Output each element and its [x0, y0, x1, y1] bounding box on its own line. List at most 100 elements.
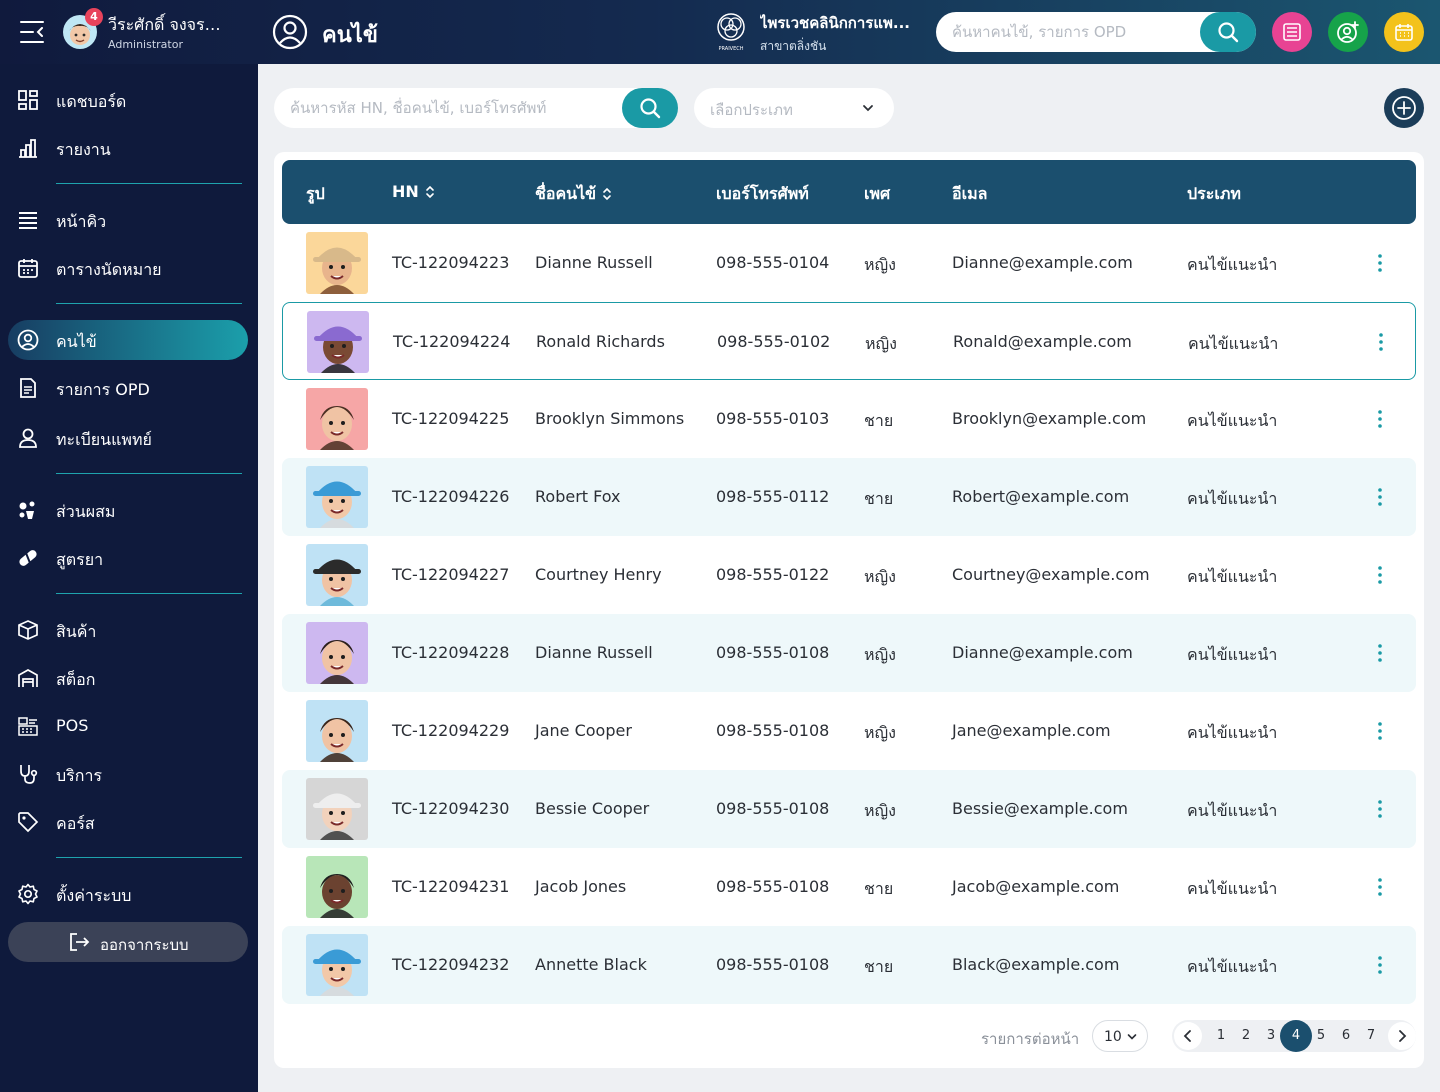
table-row[interactable]: TC-122094224 Ronald Richards 098-555-0102 ห…	[282, 302, 1416, 380]
phone-cell: 098-555-0108	[716, 799, 830, 818]
table-row[interactable]: TC-122094231 Jacob Jones 098-555-0108 ชาย Ja…	[282, 848, 1416, 926]
sidebar-item-label: คนไข้	[56, 332, 97, 351]
clinic-logo: PRAIVECH	[717, 13, 745, 52]
sidebar-item-pos[interactable]: POS	[8, 706, 248, 746]
more-options-icon[interactable]	[1370, 408, 1390, 430]
sidebar-item-opd[interactable]: รายการ OPD	[8, 368, 248, 408]
column-header-sex: เพศ	[864, 184, 891, 203]
patient-search-button[interactable]	[622, 88, 678, 128]
global-search-input[interactable]	[952, 12, 1192, 52]
table-row[interactable]: TC-122094230 Bessie Cooper 098-555-0108 หญิ…	[282, 770, 1416, 848]
sidebar-item-ingredients[interactable]: ส่วนผสม	[8, 490, 248, 530]
global-search-button[interactable]	[1200, 12, 1256, 52]
plus-circle-icon	[1392, 96, 1416, 120]
sidebar-item-label: รายงาน	[56, 140, 111, 159]
sex-cell: หญิง	[864, 645, 896, 664]
user-add-icon	[1337, 21, 1359, 43]
patient-avatar	[306, 232, 368, 294]
patient-avatar	[306, 466, 368, 528]
type-cell: คนไข้แนะนำ	[1187, 567, 1278, 586]
more-options-icon[interactable]	[1370, 642, 1390, 664]
hn-cell: TC-122094228	[392, 643, 510, 662]
table-row[interactable]: TC-122094229 Jane Cooper 098-555-0108 หญิง J…	[282, 692, 1416, 770]
sidebar-item-patients[interactable]: คนไข้	[8, 320, 248, 360]
hn-cell: TC-122094231	[392, 877, 510, 896]
sex-cell: หญิง	[864, 255, 896, 274]
logout-button[interactable]: ออกจากระบบ	[8, 922, 248, 962]
more-options-icon[interactable]	[1370, 798, 1390, 820]
column-header-type: ประเภท	[1187, 184, 1241, 203]
type-select[interactable]: เลือกประเภท	[694, 88, 894, 128]
page-button[interactable]: 7	[1356, 1020, 1386, 1052]
calendar-icon	[18, 259, 38, 278]
column-header-email: อีเมล	[952, 184, 988, 203]
chevron-right-icon	[1399, 1030, 1407, 1042]
type-cell: คนไข้แนะนำ	[1187, 645, 1278, 664]
settings-icon	[18, 883, 38, 905]
name-cell: Robert Fox	[535, 487, 621, 506]
sidebar-item-report[interactable]: รายงาน	[8, 128, 248, 168]
phone-cell: 098-555-0108	[716, 721, 830, 740]
column-header-photo: รูป	[306, 184, 325, 203]
sidebar-item-services[interactable]: บริการ	[8, 754, 248, 794]
sex-cell: หญิง	[864, 801, 896, 820]
column-header-name[interactable]: ชื่อคนไข้	[535, 182, 612, 207]
email-cell: Dianne@example.com	[952, 643, 1133, 662]
sidebar-item-label: ตารางนัดหมาย	[56, 260, 162, 279]
list-button[interactable]	[1272, 12, 1312, 52]
phone-cell: 098-555-0102	[717, 332, 831, 351]
logout-label: ออกจากระบบ	[100, 936, 189, 954]
sidebar-item-label: ตั้งค่าระบบ	[56, 886, 132, 905]
menu-toggle-icon[interactable]	[20, 21, 44, 43]
type-cell: คนไข้แนะนำ	[1187, 801, 1278, 820]
sidebar-item-queue[interactable]: หน้าคิว	[8, 200, 248, 240]
table-row[interactable]: TC-122094227 Courtney Henry 098-555-0122 หญ…	[282, 536, 1416, 614]
table-row[interactable]: TC-122094225 Brooklyn Simmons 098-555-0103…	[282, 380, 1416, 458]
sidebar-item-formulas[interactable]: สูตรยา	[8, 538, 248, 578]
email-cell: Robert@example.com	[952, 487, 1130, 506]
sidebar-item-label: รายการ OPD	[56, 380, 150, 399]
type-cell: คนไข้แนะนำ	[1187, 489, 1278, 508]
sidebar-item-settings[interactable]: ตั้งค่าระบบ	[8, 874, 248, 914]
sort-icon	[603, 187, 611, 201]
sidebar-item-dashboard[interactable]: แดชบอร์ด	[8, 80, 248, 120]
sidebar-item-courses[interactable]: คอร์ส	[8, 802, 248, 842]
chevron-down-icon	[863, 105, 873, 112]
patient-table-card: รูป HN ชื่อคนไข้ เบอร์โทรศัพท์ เพศ อีเมล…	[274, 152, 1424, 1068]
sidebar-item-products[interactable]: สินค้า	[8, 610, 248, 650]
name-cell: Bessie Cooper	[535, 799, 650, 818]
phone-cell: 098-555-0108	[716, 877, 830, 896]
prev-page-button[interactable]	[1174, 1022, 1202, 1050]
opd-list-icon	[20, 378, 36, 398]
stethoscope-icon	[20, 765, 38, 784]
table-row[interactable]: TC-122094228 Dianne Russell 098-555-0108 หญ…	[282, 614, 1416, 692]
more-options-icon[interactable]	[1370, 486, 1390, 508]
patient-search-input[interactable]	[290, 88, 610, 128]
type-select-placeholder: เลือกประเภท	[710, 101, 793, 119]
more-options-icon[interactable]	[1370, 252, 1390, 274]
calendar-button[interactable]	[1384, 12, 1424, 52]
sidebar-item-appointments[interactable]: ตารางนัดหมาย	[8, 248, 248, 288]
more-options-icon[interactable]	[1370, 720, 1390, 742]
more-options-icon[interactable]	[1370, 564, 1390, 586]
table-row[interactable]: TC-122094232 Annette Black 098-555-0108 ชาย…	[282, 926, 1416, 1004]
sidebar-item-doctors[interactable]: ทะเบียนแพทย์	[8, 418, 248, 458]
table-header: รูป HN ชื่อคนไข้ เบอร์โทรศัพท์ เพศ อีเมล…	[282, 160, 1416, 224]
table-row[interactable]: TC-122094223 Dianne Russell 098-555-0104 หญ…	[282, 224, 1416, 302]
sidebar-item-stock[interactable]: สต็อก	[8, 658, 248, 698]
sidebar-item-label: ทะเบียนแพทย์	[56, 430, 152, 449]
per-page-select[interactable]: 10	[1092, 1020, 1148, 1052]
column-header-hn[interactable]: HN	[392, 182, 435, 201]
name-cell: Jacob Jones	[535, 877, 627, 896]
sidebar-item-label: หน้าคิว	[56, 212, 107, 231]
sidebar-item-label: คอร์ส	[56, 814, 95, 833]
more-options-icon[interactable]	[1371, 331, 1391, 353]
email-cell: Black@example.com	[952, 955, 1120, 974]
add-patient-button[interactable]	[1384, 88, 1424, 128]
next-page-button[interactable]	[1388, 1022, 1416, 1050]
sidebar-divider	[56, 303, 242, 304]
more-options-icon[interactable]	[1370, 876, 1390, 898]
more-options-icon[interactable]	[1370, 954, 1390, 976]
table-row[interactable]: TC-122094226 Robert Fox 098-555-0112 ชาย Rob…	[282, 458, 1416, 536]
add-user-button[interactable]	[1328, 12, 1368, 52]
